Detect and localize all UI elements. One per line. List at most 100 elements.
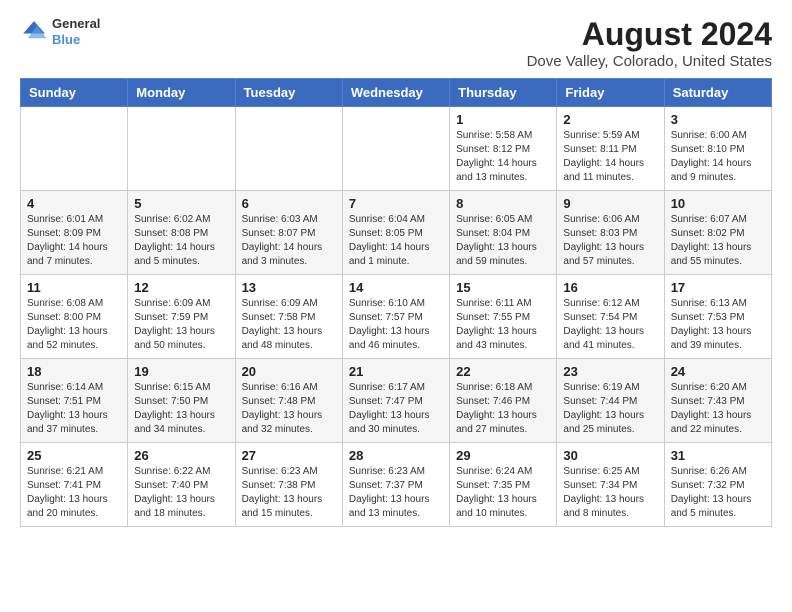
- cell-content: Sunrise: 5:59 AM Sunset: 8:11 PM Dayligh…: [563, 129, 657, 185]
- day-header-sunday: Sunday: [21, 79, 128, 107]
- calendar-cell: 11Sunrise: 6:08 AM Sunset: 8:00 PM Dayli…: [21, 275, 128, 359]
- day-number: 23: [563, 364, 657, 379]
- cell-content: Sunrise: 6:26 AM Sunset: 7:32 PM Dayligh…: [671, 465, 765, 521]
- calendar-cell: 7Sunrise: 6:04 AM Sunset: 8:05 PM Daylig…: [342, 191, 449, 275]
- cell-content: Sunrise: 6:09 AM Sunset: 7:59 PM Dayligh…: [134, 297, 228, 353]
- calendar-cell: 26Sunrise: 6:22 AM Sunset: 7:40 PM Dayli…: [128, 443, 235, 527]
- calendar-cell: 9 Sunrise: 6:06 AM Sunset: 8:03 PM Daylig…: [557, 191, 664, 275]
- calendar-cell: [235, 107, 342, 191]
- main-title: August 2024: [527, 16, 772, 53]
- cell-content: Sunrise: 6:23 AM Sunset: 7:38 PM Dayligh…: [242, 465, 336, 521]
- cell-content: Sunrise: 6:12 AM Sunset: 7:54 PM Dayligh…: [563, 297, 657, 353]
- calendar-cell: [128, 107, 235, 191]
- cell-content: Sunrise: 6:19 AM Sunset: 7:44 PM Dayligh…: [563, 381, 657, 437]
- calendar-cell: 18 Sunrise: 6:14 AM Sunset: 7:51 PM Dayli…: [21, 359, 128, 443]
- calendar-cell: [342, 107, 449, 191]
- cell-content: Sunrise: 6:24 AM Sunset: 7:35 PM Dayligh…: [456, 465, 550, 521]
- calendar-week-4: 18 Sunrise: 6:14 AM Sunset: 7:51 PM Dayli…: [21, 359, 772, 443]
- header: General Blue August 2024 Dove Valley, Co…: [20, 16, 772, 70]
- logo-icon: [20, 18, 48, 46]
- cell-content: Sunrise: 6:18 AM Sunset: 7:46 PM Dayligh…: [456, 381, 550, 437]
- day-header-wednesday: Wednesday: [342, 79, 449, 107]
- calendar-cell: 15 Sunrise: 6:11 AM Sunset: 7:55 PM Dayli…: [450, 275, 557, 359]
- cell-content: Sunrise: 6:08 AM Sunset: 8:00 PM Dayligh…: [27, 297, 121, 353]
- calendar-cell: [21, 107, 128, 191]
- cell-content: Sunrise: 6:06 AM Sunset: 8:03 PM Dayligh…: [563, 213, 657, 269]
- day-number: 16: [563, 280, 657, 295]
- calendar-cell: 22Sunrise: 6:18 AM Sunset: 7:46 PM Dayli…: [450, 359, 557, 443]
- day-number: 6: [242, 196, 336, 211]
- calendar-cell: 23 Sunrise: 6:19 AM Sunset: 7:44 PM Dayli…: [557, 359, 664, 443]
- calendar-cell: 14 Sunrise: 6:10 AM Sunset: 7:57 PM Dayli…: [342, 275, 449, 359]
- cell-content: Sunrise: 6:14 AM Sunset: 7:51 PM Dayligh…: [27, 381, 121, 437]
- day-number: 19: [134, 364, 228, 379]
- day-header-tuesday: Tuesday: [235, 79, 342, 107]
- day-header-saturday: Saturday: [664, 79, 771, 107]
- calendar-cell: 1Sunrise: 5:58 AM Sunset: 8:12 PM Daylig…: [450, 107, 557, 191]
- calendar-cell: 6 Sunrise: 6:03 AM Sunset: 8:07 PM Daylig…: [235, 191, 342, 275]
- calendar-cell: 12 Sunrise: 6:09 AM Sunset: 7:59 PM Dayli…: [128, 275, 235, 359]
- cell-content: Sunrise: 6:25 AM Sunset: 7:34 PM Dayligh…: [563, 465, 657, 521]
- subtitle: Dove Valley, Colorado, United States: [527, 53, 772, 70]
- cell-content: Sunrise: 6:10 AM Sunset: 7:57 PM Dayligh…: [349, 297, 443, 353]
- cell-content: Sunrise: 5:58 AM Sunset: 8:12 PM Dayligh…: [456, 129, 550, 185]
- day-number: 2: [563, 112, 657, 127]
- day-header-friday: Friday: [557, 79, 664, 107]
- day-number: 13: [242, 280, 336, 295]
- day-header-monday: Monday: [128, 79, 235, 107]
- day-number: 24: [671, 364, 765, 379]
- cell-content: Sunrise: 6:11 AM Sunset: 7:55 PM Dayligh…: [456, 297, 550, 353]
- logo-general-text: General: [52, 16, 100, 32]
- day-number: 28: [349, 448, 443, 463]
- day-number: 31: [671, 448, 765, 463]
- cell-content: Sunrise: 6:07 AM Sunset: 8:02 PM Dayligh…: [671, 213, 765, 269]
- cell-content: Sunrise: 6:22 AM Sunset: 7:40 PM Dayligh…: [134, 465, 228, 521]
- day-number: 21: [349, 364, 443, 379]
- calendar-cell: 20 Sunrise: 6:16 AM Sunset: 7:48 PM Dayli…: [235, 359, 342, 443]
- calendar-cell: 24 Sunrise: 6:20 AM Sunset: 7:43 PM Dayli…: [664, 359, 771, 443]
- cell-content: Sunrise: 6:16 AM Sunset: 7:48 PM Dayligh…: [242, 381, 336, 437]
- day-number: 10: [671, 196, 765, 211]
- day-number: 4: [27, 196, 121, 211]
- calendar-header-row: SundayMondayTuesdayWednesdayThursdayFrid…: [21, 79, 772, 107]
- day-number: 12: [134, 280, 228, 295]
- day-number: 25: [27, 448, 121, 463]
- calendar-cell: 5 Sunrise: 6:02 AM Sunset: 8:08 PM Daylig…: [128, 191, 235, 275]
- logo-blue-text: Blue: [52, 32, 100, 48]
- calendar-cell: 28 Sunrise: 6:23 AM Sunset: 7:37 PM Dayli…: [342, 443, 449, 527]
- cell-content: Sunrise: 6:05 AM Sunset: 8:04 PM Dayligh…: [456, 213, 550, 269]
- cell-content: Sunrise: 6:00 AM Sunset: 8:10 PM Dayligh…: [671, 129, 765, 185]
- cell-content: Sunrise: 6:03 AM Sunset: 8:07 PM Dayligh…: [242, 213, 336, 269]
- day-number: 14: [349, 280, 443, 295]
- calendar-cell: 19Sunrise: 6:15 AM Sunset: 7:50 PM Dayli…: [128, 359, 235, 443]
- calendar-cell: 3 Sunrise: 6:00 AM Sunset: 8:10 PM Daylig…: [664, 107, 771, 191]
- day-number: 5: [134, 196, 228, 211]
- calendar-cell: 27 Sunrise: 6:23 AM Sunset: 7:38 PM Dayli…: [235, 443, 342, 527]
- cell-content: Sunrise: 6:04 AM Sunset: 8:05 PM Dayligh…: [349, 213, 443, 269]
- calendar-cell: 8 Sunrise: 6:05 AM Sunset: 8:04 PM Daylig…: [450, 191, 557, 275]
- cell-content: Sunrise: 6:02 AM Sunset: 8:08 PM Dayligh…: [134, 213, 228, 269]
- cell-content: Sunrise: 6:01 AM Sunset: 8:09 PM Dayligh…: [27, 213, 121, 269]
- calendar-cell: 13Sunrise: 6:09 AM Sunset: 7:58 PM Dayli…: [235, 275, 342, 359]
- day-number: 20: [242, 364, 336, 379]
- day-number: 8: [456, 196, 550, 211]
- calendar-cell: 4 Sunrise: 6:01 AM Sunset: 8:09 PM Daylig…: [21, 191, 128, 275]
- day-number: 3: [671, 112, 765, 127]
- calendar-week-5: 25Sunrise: 6:21 AM Sunset: 7:41 PM Dayli…: [21, 443, 772, 527]
- calendar-week-3: 11Sunrise: 6:08 AM Sunset: 8:00 PM Dayli…: [21, 275, 772, 359]
- day-number: 9: [563, 196, 657, 211]
- day-number: 17: [671, 280, 765, 295]
- cell-content: Sunrise: 6:13 AM Sunset: 7:53 PM Dayligh…: [671, 297, 765, 353]
- day-number: 18: [27, 364, 121, 379]
- cell-content: Sunrise: 6:20 AM Sunset: 7:43 PM Dayligh…: [671, 381, 765, 437]
- calendar-cell: 21Sunrise: 6:17 AM Sunset: 7:47 PM Dayli…: [342, 359, 449, 443]
- day-number: 29: [456, 448, 550, 463]
- calendar-cell: 17 Sunrise: 6:13 AM Sunset: 7:53 PM Dayli…: [664, 275, 771, 359]
- day-number: 27: [242, 448, 336, 463]
- calendar-cell: 2 Sunrise: 5:59 AM Sunset: 8:11 PM Daylig…: [557, 107, 664, 191]
- calendar-cell: 30Sunrise: 6:25 AM Sunset: 7:34 PM Dayli…: [557, 443, 664, 527]
- day-header-thursday: Thursday: [450, 79, 557, 107]
- cell-content: Sunrise: 6:23 AM Sunset: 7:37 PM Dayligh…: [349, 465, 443, 521]
- day-number: 15: [456, 280, 550, 295]
- calendar-cell: 31 Sunrise: 6:26 AM Sunset: 7:32 PM Dayli…: [664, 443, 771, 527]
